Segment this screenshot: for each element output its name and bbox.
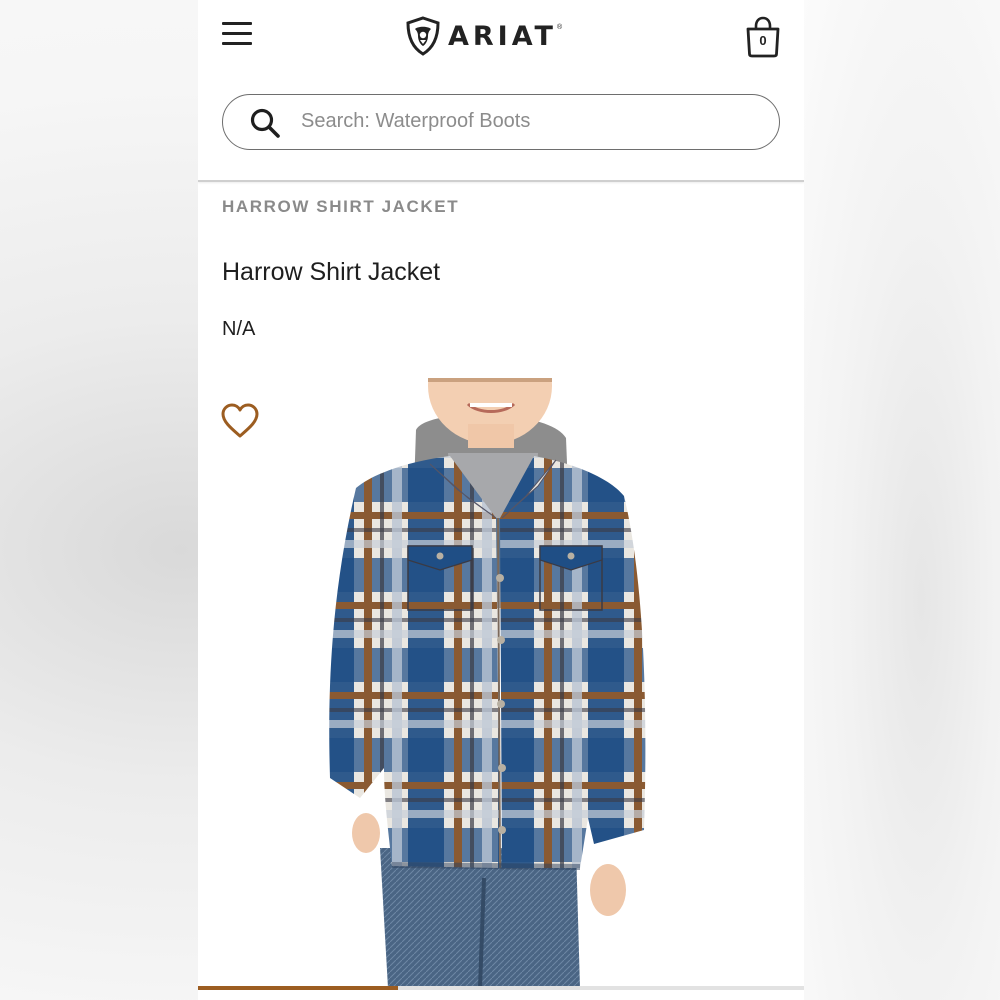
carousel-progress-fill <box>198 986 398 990</box>
image-carousel-progress <box>198 986 804 990</box>
cart-count: 0 <box>759 33 767 48</box>
cart-button[interactable]: 0 <box>744 16 782 58</box>
hamburger-menu-icon[interactable] <box>220 20 254 48</box>
product-price: N/A <box>222 318 256 340</box>
search-input[interactable]: Search: Waterproof Boots <box>222 94 780 150</box>
product-image[interactable] <box>318 328 678 989</box>
registered-mark: ® <box>556 24 563 31</box>
product-page: ARIAT ® 0 Search: Waterproof Boots HARRO… <box>198 0 804 1000</box>
background-blur <box>804 0 1000 1000</box>
brand-name: ARIAT <box>448 20 557 52</box>
site-header: ARIAT ® 0 Search: Waterproof Boots <box>198 0 804 182</box>
search-placeholder: Search: Waterproof Boots <box>301 110 531 132</box>
ariat-horse-shield-icon <box>406 16 440 56</box>
product-breadcrumb: HARROW SHIRT JACKET <box>222 197 460 216</box>
heart-outline-icon <box>221 403 259 438</box>
brand-logo[interactable]: ARIAT ® <box>404 14 562 58</box>
wishlist-button[interactable] <box>220 403 260 439</box>
product-title: Harrow Shirt Jacket <box>222 258 441 286</box>
search-icon <box>250 108 280 138</box>
